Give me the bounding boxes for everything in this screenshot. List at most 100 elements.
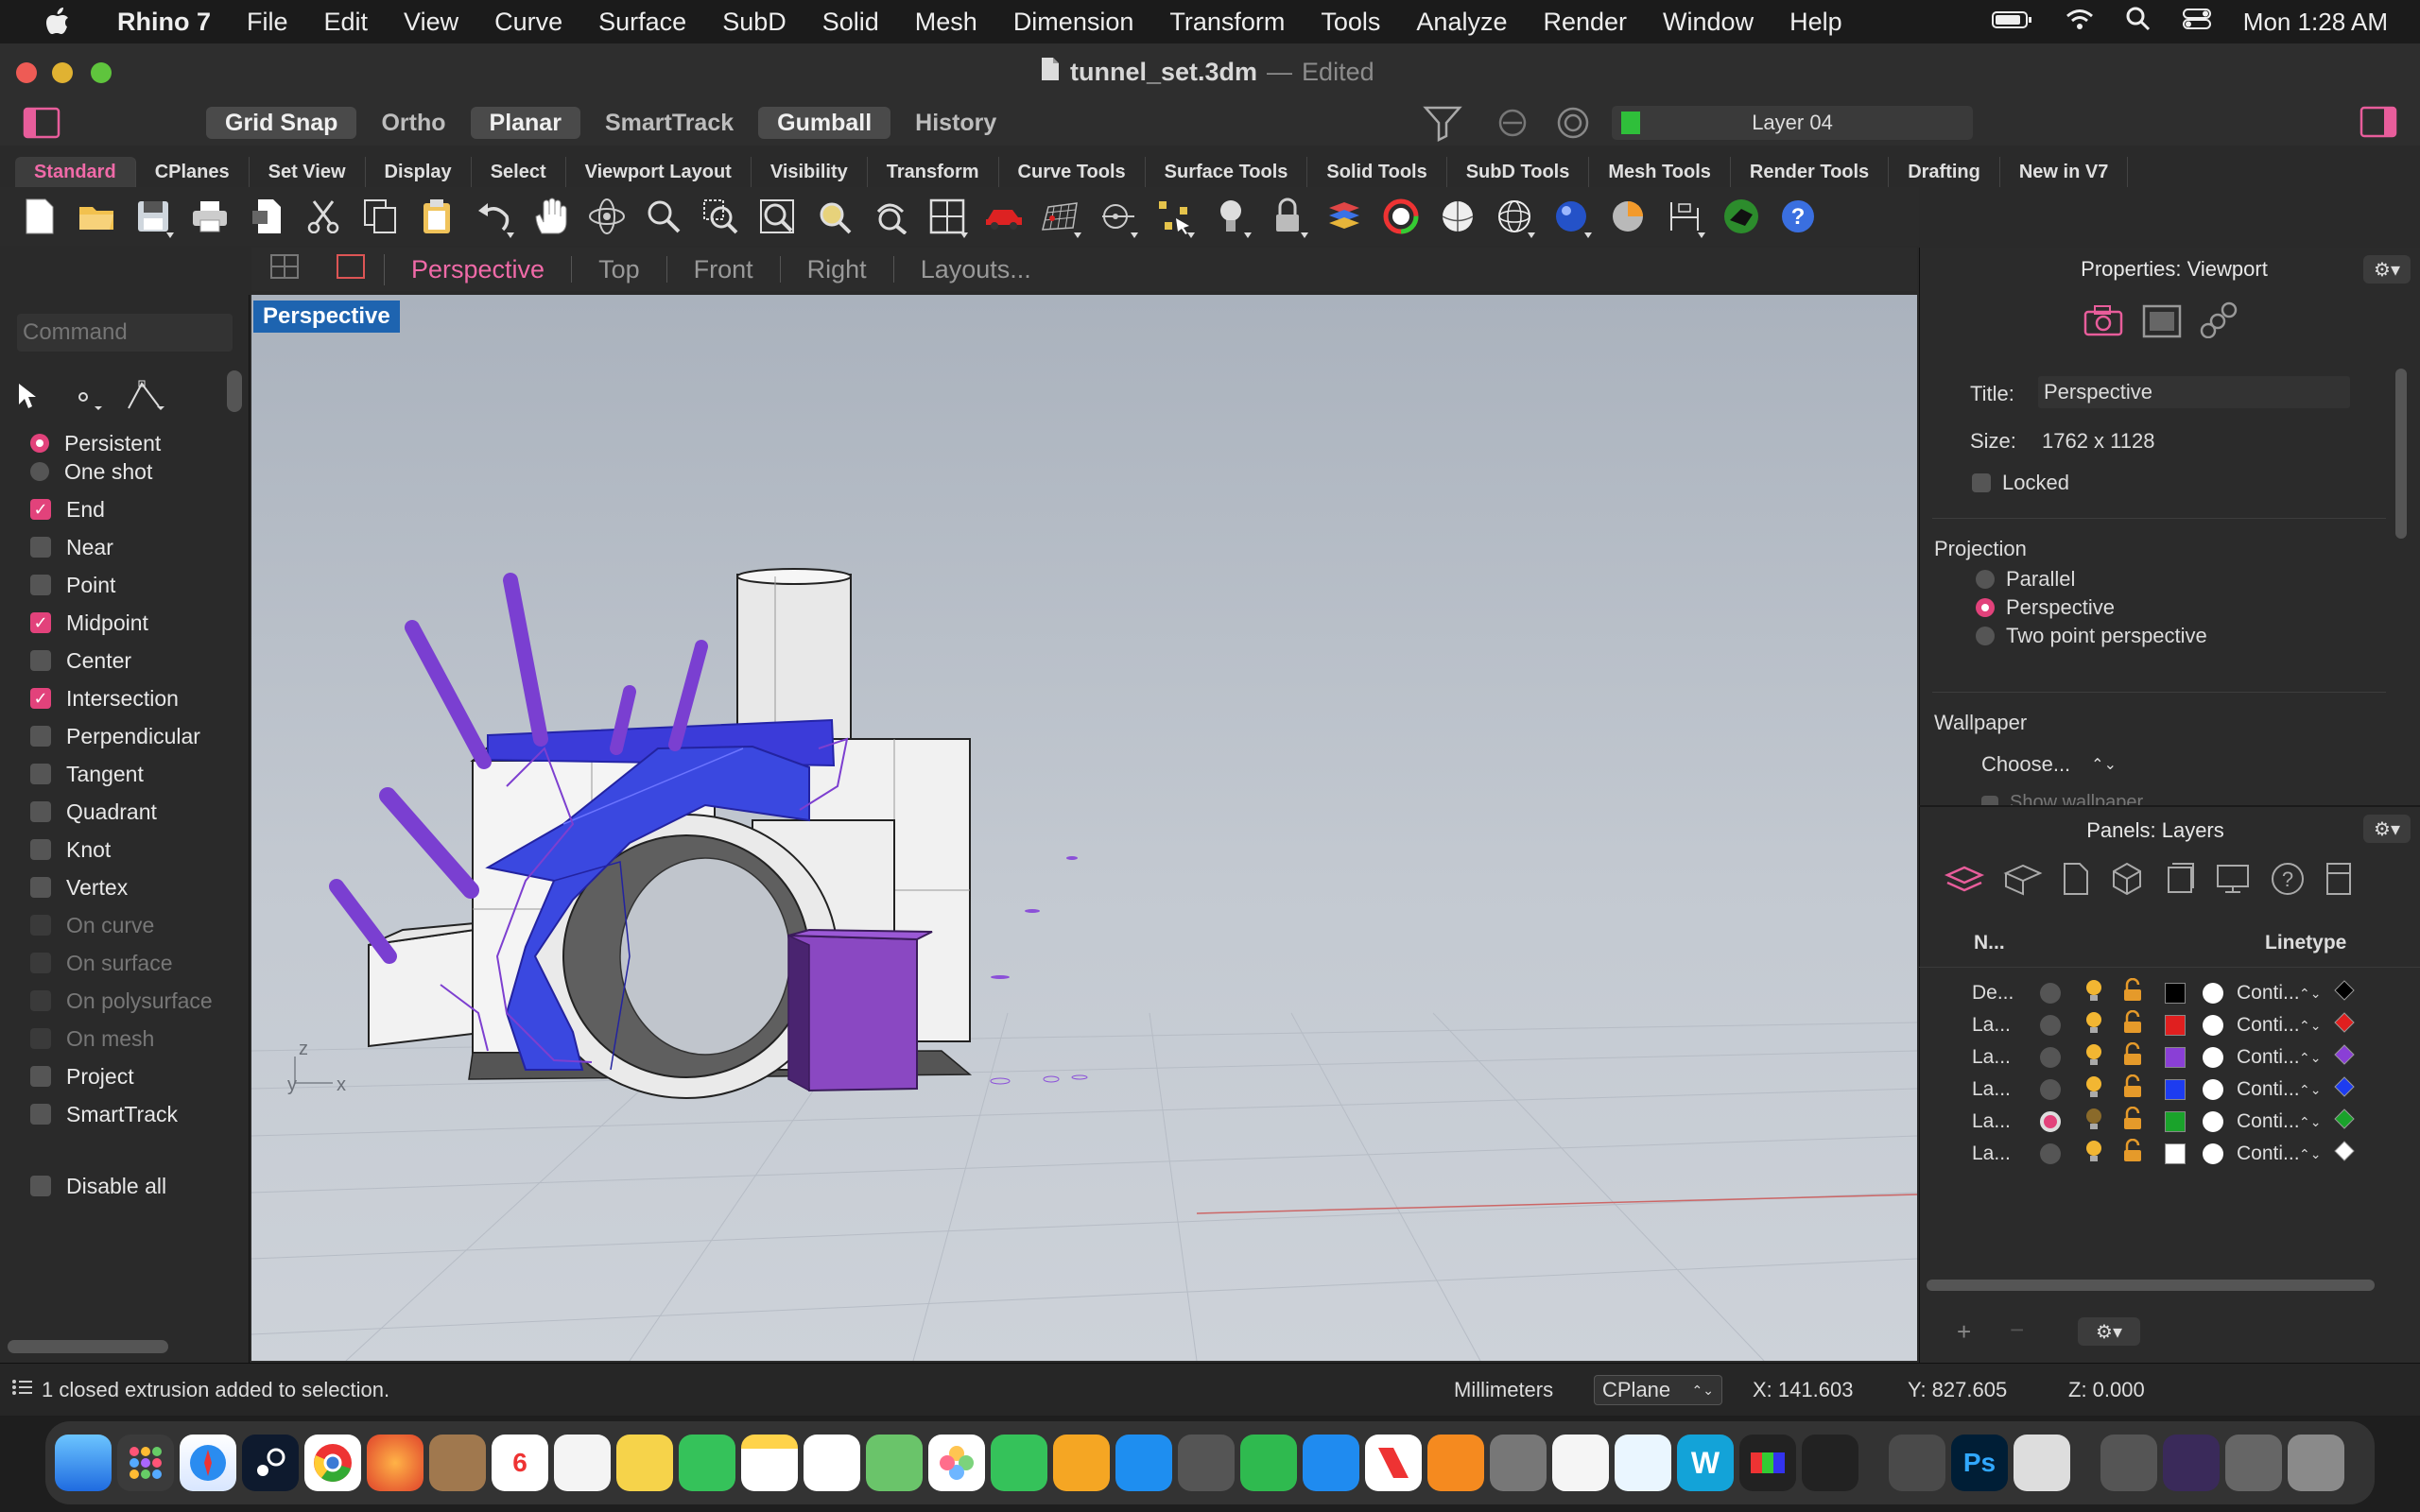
parallel-radio[interactable]: [1976, 570, 1995, 589]
current-layer-radio[interactable]: [2040, 1015, 2061, 1036]
osnap-target-icon[interactable]: [1554, 106, 1592, 145]
tab-right[interactable]: Right: [781, 256, 894, 283]
osnap-intersection[interactable]: ✓ Intersection: [30, 680, 248, 716]
zoom-icon[interactable]: [635, 189, 692, 244]
quadrant-checkbox[interactable]: [30, 801, 51, 822]
layer-linetype[interactable]: Conti...: [2237, 1014, 2300, 1037]
layer-row[interactable]: La... Conti... ⌃⌄: [1964, 1074, 2399, 1106]
dimension-icon[interactable]: [1656, 189, 1713, 244]
projection-two-point[interactable]: Two point perspective: [1976, 624, 2207, 648]
apple-icon[interactable]: [36, 0, 79, 43]
lightbulb-icon[interactable]: [2083, 1010, 2104, 1040]
layer-row[interactable]: De... Conti... ⌃⌄: [1964, 977, 2399, 1009]
object-tab-icon[interactable]: [2108, 860, 2146, 902]
menu-tools[interactable]: Tools: [1321, 8, 1380, 37]
downloads-folder-icon[interactable]: [2100, 1435, 2157, 1491]
layer-material-swatch[interactable]: [2203, 1111, 2223, 1132]
point-checkbox[interactable]: [30, 575, 51, 595]
vertex-checkbox[interactable]: [30, 877, 51, 898]
print-color-diamond-icon[interactable]: [2334, 1044, 2356, 1071]
layer-row[interactable]: La... Conti... ⌃⌄: [1964, 1041, 2399, 1074]
menu-analyze[interactable]: Analyze: [1416, 8, 1507, 37]
stack-folder-icon[interactable]: [2163, 1435, 2220, 1491]
books-icon[interactable]: [1427, 1435, 1484, 1491]
firefox-icon[interactable]: [367, 1435, 424, 1491]
point-osnap-icon[interactable]: [74, 386, 102, 417]
undo-icon[interactable]: [465, 189, 522, 244]
menu-edit[interactable]: Edit: [324, 8, 369, 37]
paste-icon[interactable]: [408, 189, 465, 244]
osnap-point-icon[interactable]: [1089, 189, 1146, 244]
left-panel-scrollbar[interactable]: [8, 1340, 168, 1353]
print-color-diamond-icon[interactable]: [2334, 1012, 2356, 1039]
menu-subd[interactable]: SubD: [722, 8, 786, 37]
osnap-project[interactable]: Project: [30, 1058, 248, 1094]
tab-curve-tools[interactable]: Curve Tools: [999, 157, 1146, 187]
filter-icon[interactable]: [1422, 102, 1463, 146]
cplane-grid-icon[interactable]: [1032, 189, 1089, 244]
rhino-app-icon[interactable]: [2014, 1435, 2070, 1491]
layer-row[interactable]: La... Conti... ⌃⌄: [1964, 1009, 2399, 1041]
menu-transform[interactable]: Transform: [1169, 8, 1285, 37]
properties-scrollbar[interactable]: [2395, 369, 2407, 539]
layer-material-swatch[interactable]: [2203, 1079, 2223, 1100]
calculator-icon[interactable]: [1178, 1435, 1235, 1491]
history-toggle[interactable]: History: [896, 107, 1015, 139]
current-layer-radio[interactable]: [2040, 1047, 2061, 1068]
layers-icon[interactable]: [1316, 189, 1373, 244]
tab-new-in-v7[interactable]: New in V7: [2000, 157, 2129, 187]
pan-hand-icon[interactable]: [522, 189, 579, 244]
midpoint-checkbox[interactable]: ✓: [30, 612, 51, 633]
layer-material-swatch[interactable]: [2203, 1047, 2223, 1068]
rotate-view-icon[interactable]: [579, 189, 635, 244]
menu-app[interactable]: Rhino 7: [117, 8, 211, 37]
osnap-disable-all[interactable]: Disable all: [30, 1168, 248, 1204]
materials-tab-icon[interactable]: [2163, 860, 2197, 902]
print-color-diamond-icon[interactable]: [2334, 980, 2356, 1006]
layer-name[interactable]: La...: [1972, 1078, 2038, 1101]
tangent-checkbox[interactable]: [30, 764, 51, 784]
undo-view-icon[interactable]: [862, 189, 919, 244]
select-arrow-icon[interactable]: [17, 382, 38, 415]
osnap-point[interactable]: Point: [30, 567, 248, 603]
messages-icon[interactable]: [991, 1435, 1047, 1491]
current-layer-selector[interactable]: Layer 04: [1612, 106, 1973, 140]
smarttrack-toggle[interactable]: SmartTrack: [586, 107, 752, 139]
layer-name[interactable]: La...: [1972, 1046, 2038, 1069]
wifi-icon[interactable]: [2066, 8, 2094, 37]
layer-color-swatch[interactable]: [2165, 1015, 2186, 1036]
stickies-icon[interactable]: [616, 1435, 673, 1491]
save-icon[interactable]: [125, 189, 182, 244]
toggle-right-sidebar-icon[interactable]: [2360, 106, 2397, 143]
menubar-clock[interactable]: Mon 1:28 AM: [2243, 8, 2388, 37]
single-view-layout-icon[interactable]: [318, 253, 385, 285]
layer-name[interactable]: La...: [1972, 1110, 2038, 1133]
one-shot-radio[interactable]: [30, 462, 49, 481]
unlock-icon[interactable]: [2121, 1074, 2144, 1105]
menu-solid[interactable]: Solid: [822, 8, 879, 37]
system-preferences-icon[interactable]: [1490, 1435, 1547, 1491]
new-file-icon[interactable]: [11, 189, 68, 244]
layer-material-swatch[interactable]: [2203, 983, 2223, 1004]
tab-viewport-layout[interactable]: Viewport Layout: [566, 157, 752, 187]
search-icon[interactable]: [2126, 7, 2151, 38]
perspective-radio[interactable]: [1976, 598, 1995, 617]
activity-monitor-icon[interactable]: [1802, 1435, 1858, 1491]
layer-material-swatch[interactable]: [2203, 1143, 2223, 1164]
near-checkbox[interactable]: [30, 537, 51, 558]
unlock-icon[interactable]: [2121, 1106, 2144, 1137]
tab-solid-tools[interactable]: Solid Tools: [1307, 157, 1447, 187]
pages-icon[interactable]: [1053, 1435, 1110, 1491]
menu-view[interactable]: View: [404, 8, 458, 37]
viewport-frame-icon[interactable]: [2142, 304, 2182, 343]
tab-perspective[interactable]: Perspective: [385, 256, 573, 283]
zoom-extents-icon[interactable]: [749, 189, 805, 244]
help-tab-icon[interactable]: ?: [2269, 860, 2307, 902]
layer-options-gear-icon[interactable]: ⚙▾: [2078, 1317, 2140, 1346]
lightbulb-icon[interactable]: [2083, 978, 2104, 1008]
safari-icon[interactable]: [180, 1435, 236, 1491]
two-point-radio[interactable]: [1976, 627, 1995, 645]
osnap-scrollbar[interactable]: [227, 370, 242, 412]
layer-color-swatch[interactable]: [2165, 1143, 2186, 1164]
wallpaper-choose-dropdown[interactable]: Choose... ⌃⌄: [1981, 752, 2117, 777]
